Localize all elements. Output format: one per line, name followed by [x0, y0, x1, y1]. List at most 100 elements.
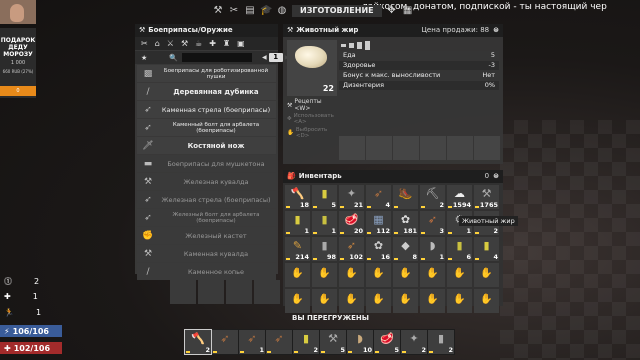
recipe-item[interactable]: / Деревянная дубинка	[137, 83, 276, 100]
item-slot[interactable]: ➶ 3	[420, 211, 445, 235]
item-slot[interactable]: ☁ 1594	[447, 185, 472, 209]
recipe-item[interactable]: ➶ Каменный болт для арбалета (боеприпасы)	[137, 119, 276, 136]
prev-page-icon[interactable]: ◀	[262, 54, 267, 61]
settings-icon[interactable]: ✥	[386, 5, 398, 17]
item-slot[interactable]: ▮ 1	[285, 211, 310, 235]
empty-slot[interactable]	[393, 289, 418, 313]
item-slot[interactable]: 🪓 18	[285, 185, 310, 209]
recipe-item[interactable]: ▬ Боеприпасы для мушкетона	[137, 155, 276, 172]
item-slot[interactable]: ▮ 98	[312, 237, 337, 261]
item-slot[interactable]: ⚒ 5	[320, 330, 346, 354]
item-slot[interactable]: ▮ 5	[312, 185, 337, 209]
item-slot[interactable]: ✿ 181	[393, 211, 418, 235]
item-slot[interactable]: ▮ 6	[447, 237, 472, 261]
map-icon[interactable]: ◍	[276, 5, 288, 17]
item-slot[interactable]: 🥩 20	[339, 211, 364, 235]
chat-icon[interactable]: ▦	[402, 5, 414, 17]
crafting-icon[interactable]: ✂	[228, 5, 240, 17]
category-all-icon[interactable]: ✂	[141, 39, 148, 48]
recipe-item[interactable]: / Каменное копье	[137, 263, 276, 280]
item-slot[interactable]: ⛏ 2	[420, 185, 445, 209]
empty-slot[interactable]	[312, 289, 337, 313]
recipe-item[interactable]: ⚒ Железная кувалда	[137, 173, 276, 190]
recipe-item[interactable]: ⚒ Каменная кувалда	[137, 245, 276, 262]
category-food-icon[interactable]: ☕	[195, 39, 202, 48]
empty-slot[interactable]	[312, 263, 337, 287]
ingredient-slot[interactable]	[393, 136, 419, 160]
empty-slot[interactable]	[420, 263, 445, 287]
category-tools-icon[interactable]: ⚒	[181, 39, 188, 48]
ingredient-slot[interactable]	[474, 136, 500, 160]
empty-slot[interactable]	[366, 263, 391, 287]
recipe-item[interactable]: ➶ Железная стрела (боеприпасы)	[137, 191, 276, 208]
item-slot[interactable]: ◗ 10	[347, 330, 373, 354]
empty-slot[interactable]	[285, 263, 310, 287]
category-building-icon[interactable]: ⌂	[155, 39, 160, 48]
item-slot[interactable]: ➶	[212, 330, 238, 354]
empty-slot[interactable]	[339, 263, 364, 287]
empty-slot[interactable]	[393, 263, 418, 287]
quality-bar	[448, 232, 452, 234]
item-icon: ▮	[321, 239, 328, 252]
item-slot[interactable]: ▦ 112	[366, 211, 391, 235]
category-medical-icon[interactable]: ✚	[209, 39, 216, 48]
skills-icon[interactable]: 🎓	[260, 5, 272, 17]
category-clothing-icon[interactable]: ♜	[223, 39, 230, 48]
ingredient-slot[interactable]	[420, 136, 446, 160]
empty-slot[interactable]	[474, 289, 499, 313]
recipe-item[interactable]: ✊ Железный кастет	[137, 227, 276, 244]
hammer-icon[interactable]: ⚒	[212, 5, 224, 17]
item-slot[interactable]: ◗ 1	[420, 237, 445, 261]
quality-bar	[348, 351, 352, 353]
use-button[interactable]: ✥ Использовать <A>	[285, 112, 337, 126]
empty-slot[interactable]	[447, 289, 472, 313]
queue-slot[interactable]	[226, 280, 252, 304]
recipe-item[interactable]: ▩ Боеприпасы для роботизированной пушки	[137, 65, 276, 82]
recipe-search-input[interactable]	[182, 53, 252, 62]
item-slot[interactable]: ➶ 1	[239, 330, 265, 354]
item-slot[interactable]: ➶ 102	[339, 237, 364, 261]
quality-bar	[394, 258, 398, 260]
item-slot[interactable]: ▮ 4	[474, 237, 499, 261]
ingredient-slot[interactable]	[366, 136, 392, 160]
item-slot[interactable]: ▮ 2	[293, 330, 319, 354]
recipe-item[interactable]: 🗡 Костяной нож	[137, 137, 276, 154]
item-slot[interactable]: ✿ 16	[366, 237, 391, 261]
empty-slot[interactable]	[339, 289, 364, 313]
quality-bar	[367, 258, 371, 260]
ingredient-slot[interactable]	[447, 136, 473, 160]
quest-icon[interactable]: ▤	[244, 5, 256, 17]
item-slot[interactable]: ⚒ 1765	[474, 185, 499, 209]
queue-slot[interactable]	[254, 280, 280, 304]
recipe-item[interactable]: ➶ Железный болт для арбалета (боеприпасы)	[137, 209, 276, 226]
item-slot[interactable]: ✦ 21	[339, 185, 364, 209]
recipe-name: Каменная кувалда	[183, 249, 249, 258]
drop-button[interactable]: ✋ Выбросить <D>	[285, 126, 337, 140]
empty-slot[interactable]	[420, 289, 445, 313]
item-slot[interactable]: ▮ 2	[428, 330, 454, 354]
item-slot[interactable]: ◆ 8	[393, 237, 418, 261]
category-weapons-icon[interactable]: ⚔	[167, 39, 174, 48]
item-slot[interactable]: ✎ 214	[285, 237, 310, 261]
category-misc-icon[interactable]: ▣	[237, 39, 245, 48]
item-slot[interactable]: ➶	[266, 330, 292, 354]
item-slot[interactable]: ▮ 1	[312, 211, 337, 235]
empty-slot[interactable]	[474, 263, 499, 287]
recipe-thumb-icon: /	[146, 86, 150, 97]
item-slot[interactable]: 🪓 2	[184, 329, 212, 355]
item-icon: ⚒	[328, 332, 338, 345]
empty-slot[interactable]	[285, 289, 310, 313]
queue-slot[interactable]	[198, 280, 224, 304]
recipe-item[interactable]: ➶ Каменная стрела (боеприпасы)	[137, 101, 276, 118]
item-slot[interactable]: ✦ 2	[401, 330, 427, 354]
empty-slot[interactable]	[447, 263, 472, 287]
favorite-icon[interactable]: ★	[141, 54, 147, 62]
ingredient-slot[interactable]	[339, 136, 365, 160]
item-icon: ◗	[357, 332, 363, 345]
empty-slot[interactable]	[366, 289, 391, 313]
item-slot[interactable]: 🥾	[393, 185, 418, 209]
item-slot[interactable]: ➶ 4	[366, 185, 391, 209]
queue-slot[interactable]	[170, 280, 196, 304]
recipes-button[interactable]: ⚒ Рецепты <W>	[285, 98, 337, 112]
item-slot[interactable]: 🥩 5	[374, 330, 400, 354]
